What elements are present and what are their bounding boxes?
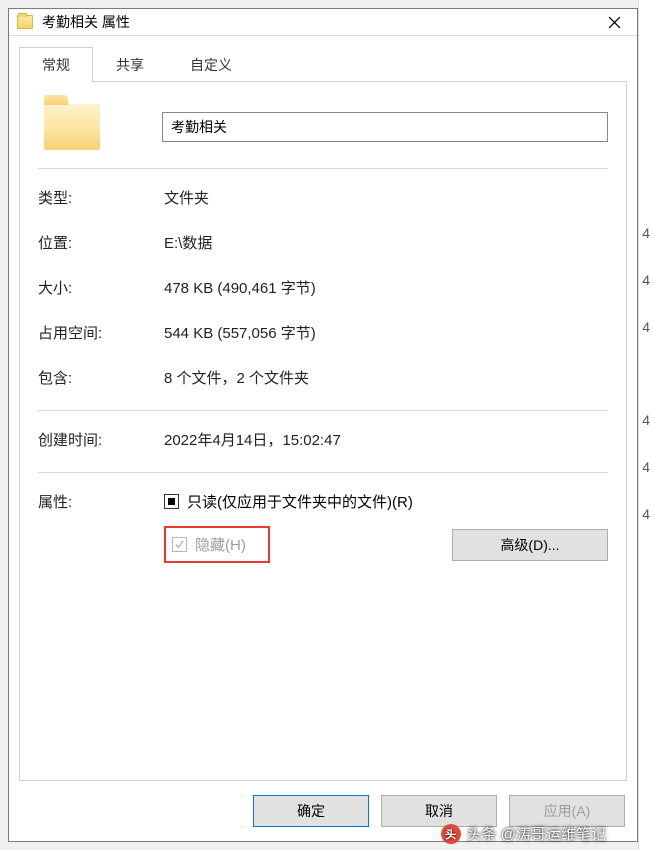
value-created: 2022年4月14日，15:02:47 (164, 429, 608, 450)
hidden-highlight: 隐藏(H) (164, 526, 270, 563)
label-attributes: 属性: (38, 491, 164, 563)
titlebar[interactable]: 考勤相关 属性 (9, 9, 637, 36)
separator (38, 410, 608, 411)
folder-large-icon (44, 104, 100, 150)
readonly-row: 只读(仅应用于文件夹中的文件)(R) (164, 491, 608, 512)
watermark: 头 头条 @涛哥运维笔记 (441, 823, 606, 844)
separator (38, 472, 608, 473)
close-icon (608, 16, 621, 29)
attributes-options: 只读(仅应用于文件夹中的文件)(R) 隐藏(H) 高级( (164, 491, 608, 563)
label-created: 创建时间: (38, 429, 164, 450)
readonly-label: 只读(仅应用于文件夹中的文件)(R) (187, 491, 413, 512)
created-row: 创建时间: 2022年4月14日，15:02:47 (38, 429, 608, 450)
advanced-button-label: 高级(D)... (500, 535, 559, 555)
folder-icon (17, 15, 33, 29)
attributes-section: 属性: 只读(仅应用于文件夹中的文件)(R) (38, 491, 608, 563)
label-location: 位置: (38, 232, 164, 253)
value-location: E:\数据 (164, 232, 608, 253)
cancel-button-label: 取消 (425, 801, 453, 821)
client-area: 常规 共享 自定义 类型: 文件夹 位置: E:\数据 大小: 478 KB (… (9, 36, 637, 781)
window-title: 考勤相关 属性 (42, 12, 130, 32)
ok-button[interactable]: 确定 (253, 795, 369, 827)
readonly-checkbox[interactable] (164, 494, 179, 509)
tab-custom[interactable]: 自定义 (167, 47, 255, 82)
value-contains: 8 个文件，2 个文件夹 (164, 367, 608, 388)
folder-name-input[interactable] (162, 112, 608, 142)
apply-button-label: 应用(A) (544, 801, 591, 821)
properties-dialog: 考勤相关 属性 常规 共享 自定义 类型: 文件夹 位置: E:\数据 (8, 8, 638, 842)
value-type: 文件夹 (164, 187, 608, 208)
bg-num: 4 (642, 459, 650, 475)
advanced-button[interactable]: 高级(D)... (452, 529, 608, 561)
label-type: 类型: (38, 187, 164, 208)
bg-num: 4 (642, 225, 650, 241)
label-size-on-disk: 占用空间: (38, 322, 164, 343)
bg-num: 4 (642, 319, 650, 335)
ok-button-label: 确定 (297, 801, 325, 821)
value-size-on-disk: 544 KB (557,056 字节) (164, 322, 608, 343)
label-size: 大小: (38, 277, 164, 298)
value-size: 478 KB (490,461 字节) (164, 277, 608, 298)
bg-num: 4 (642, 412, 650, 428)
tab-panel-general: 类型: 文件夹 位置: E:\数据 大小: 478 KB (490,461 字节… (19, 81, 627, 781)
label-contains: 包含: (38, 367, 164, 388)
properties-grid: 类型: 文件夹 位置: E:\数据 大小: 478 KB (490,461 字节… (38, 187, 608, 388)
hidden-label: 隐藏(H) (195, 534, 246, 555)
tab-general[interactable]: 常规 (19, 47, 93, 82)
hidden-checkbox (172, 537, 187, 552)
name-row (38, 104, 608, 150)
tab-strip: 常规 共享 自定义 (19, 46, 627, 81)
background-column: 4 4 4 4 4 4 (638, 0, 654, 850)
tab-share[interactable]: 共享 (93, 47, 167, 82)
bg-num: 4 (642, 272, 650, 288)
close-button[interactable] (591, 9, 637, 35)
bg-num: 4 (642, 506, 650, 522)
watermark-text: 头条 @涛哥运维笔记 (467, 823, 606, 844)
hidden-row: 隐藏(H) 高级(D)... (164, 526, 608, 563)
check-icon (174, 539, 185, 550)
watermark-icon: 头 (441, 824, 461, 844)
separator (38, 168, 608, 169)
